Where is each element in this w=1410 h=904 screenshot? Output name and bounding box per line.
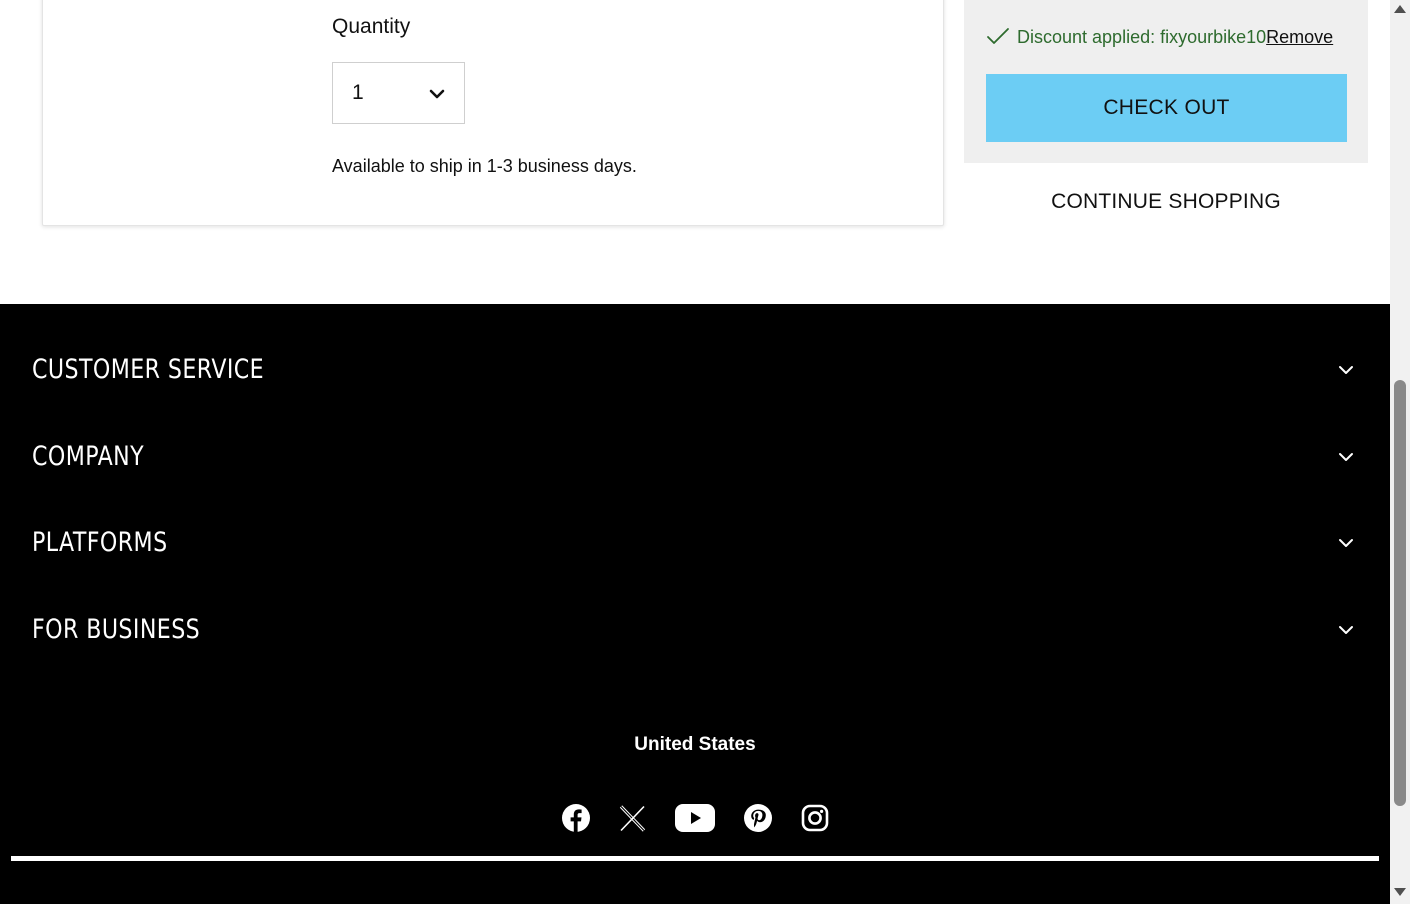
scrollbar-thumb[interactable] <box>1394 380 1406 806</box>
discount-applied-text: Discount applied: fixyourbike10 <box>1017 26 1267 47</box>
pinterest-icon[interactable] <box>744 800 772 836</box>
facebook-icon[interactable] <box>561 800 591 836</box>
footer-section-title: FOR BUSINESS <box>32 614 201 645</box>
checkmark-icon <box>987 28 1009 44</box>
quantity-value: 1 <box>352 81 364 104</box>
chevron-down-icon <box>429 89 445 99</box>
shipping-availability-note: Available to ship in 1-3 business days. <box>332 156 637 176</box>
chevron-down-icon <box>1339 626 1353 634</box>
youtube-icon[interactable] <box>675 800 715 836</box>
cart-item-content: Quantity 1 Available to ship in 1-3 busi… <box>43 1 943 225</box>
cart-item-card: Quantity 1 Available to ship in 1-3 busi… <box>42 0 944 226</box>
footer-section-company[interactable]: COMPANY <box>32 437 1362 477</box>
footer-section-title: COMPANY <box>32 441 145 472</box>
footer-section-title: PLATFORMS <box>32 527 168 558</box>
chevron-down-icon <box>1339 539 1353 547</box>
checkout-button[interactable]: CHECK OUT <box>986 74 1347 142</box>
remove-discount-link[interactable]: Remove <box>1266 27 1333 48</box>
quantity-select[interactable]: 1 <box>332 62 465 124</box>
scrollbar[interactable] <box>1390 0 1410 904</box>
footer-section-platforms[interactable]: PLATFORMS <box>32 523 1362 563</box>
site-footer: CUSTOMER SERVICE COMPANY PLATFORMS FOR B… <box>0 304 1390 904</box>
footer-section-customer-service[interactable]: CUSTOMER SERVICE <box>32 350 1362 390</box>
chevron-down-icon <box>1339 453 1353 461</box>
quantity-label: Quantity <box>332 15 411 38</box>
scroll-down-arrow-icon[interactable] <box>1394 888 1406 896</box>
continue-shopping-link[interactable]: CONTINUE SHOPPING <box>964 190 1368 214</box>
x-icon[interactable] <box>618 800 646 836</box>
scroll-up-arrow-icon[interactable] <box>1394 5 1406 13</box>
footer-divider <box>11 856 1379 861</box>
instagram-icon[interactable] <box>801 800 829 836</box>
social-links <box>0 800 1390 836</box>
order-summary: Discount applied: fixyourbike10 Remove CH… <box>964 0 1368 163</box>
chevron-down-icon <box>1339 366 1353 374</box>
discount-row: Discount applied: fixyourbike10 Remove <box>986 25 1333 49</box>
footer-section-title: CUSTOMER SERVICE <box>32 354 265 385</box>
cart-page: Quantity 1 Available to ship in 1-3 busi… <box>0 0 1410 904</box>
footer-section-for-business[interactable]: FOR BUSINESS <box>32 610 1362 650</box>
country-selector[interactable]: United States <box>0 734 1390 756</box>
